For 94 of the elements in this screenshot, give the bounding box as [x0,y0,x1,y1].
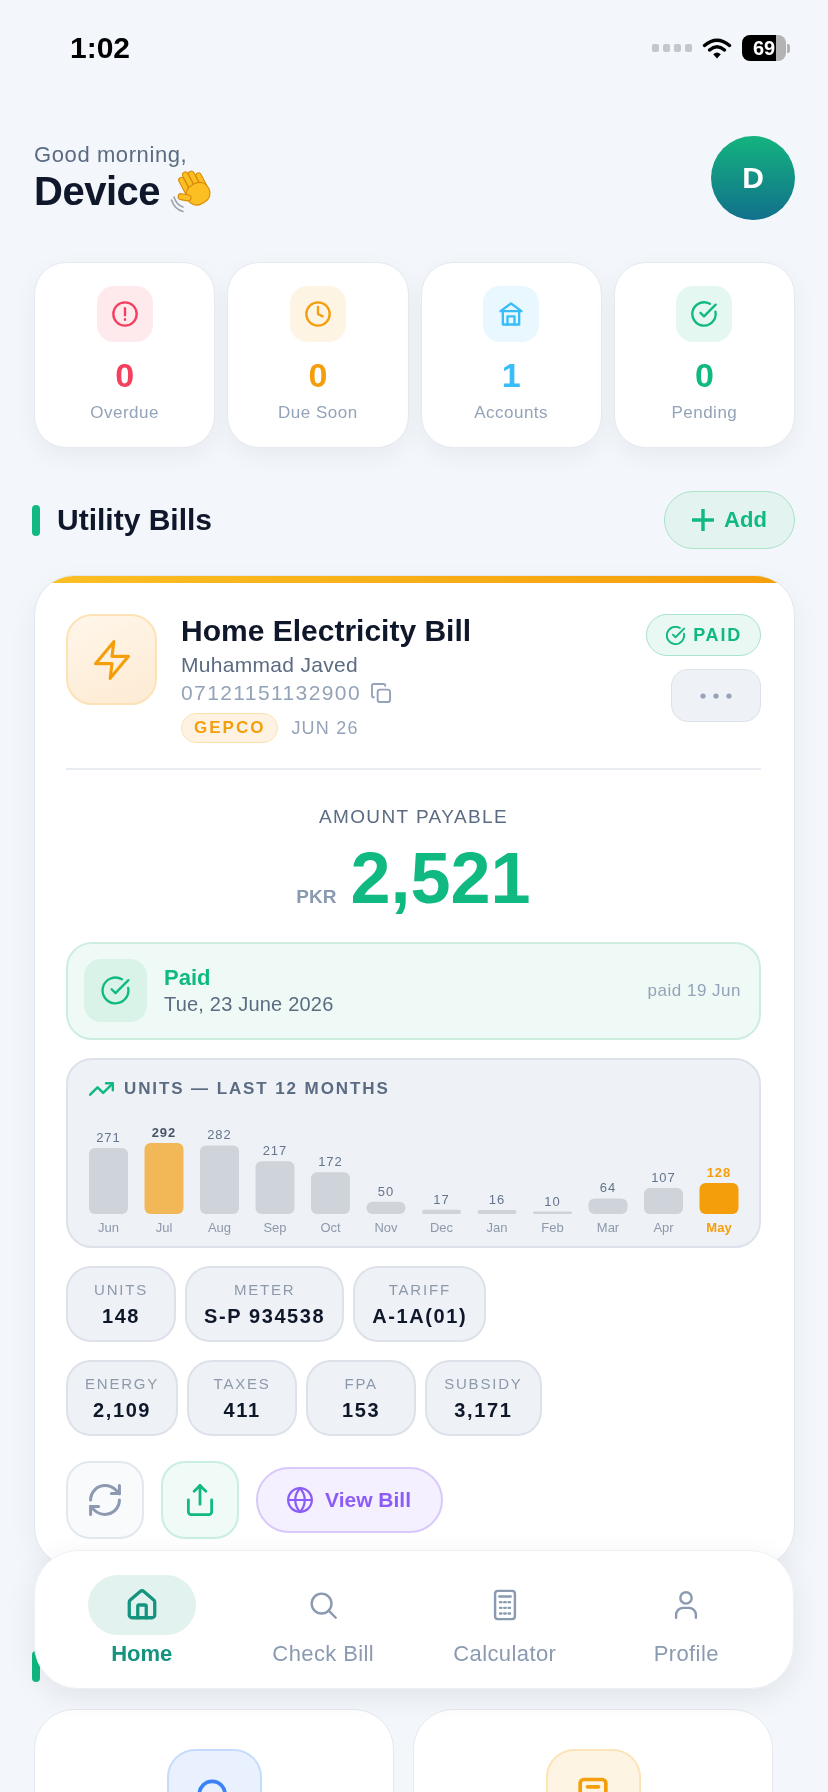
amount-label: AMOUNT PAYABLE [318,805,509,828]
bar-value-label: 17 [433,1191,450,1207]
chip-value: 2,109 [93,1397,152,1423]
stat-card[interactable]: 0 Overdue [34,262,216,448]
avatar[interactable]: D [711,136,795,220]
month-label: Apr [653,1219,674,1235]
bar-value-label: 292 [151,1124,177,1140]
chip-value: A-1A(01) [372,1303,468,1329]
month-label: Nov [374,1219,398,1235]
signal-icon [652,44,692,52]
more-button[interactable] [671,669,761,722]
currency-label: PKR [296,885,337,908]
user-name: Device [34,169,160,213]
bar-value-label: 107 [651,1169,676,1185]
month-label: Feb [541,1219,564,1235]
stat-label: Due Soon [278,402,358,424]
month-label: Oct [320,1219,341,1235]
globe-icon [287,1486,313,1513]
wifi-icon [702,37,732,59]
bar-value-label: 172 [318,1153,343,1169]
stat-label: Accounts [474,402,549,424]
section-title: Utility Bills [57,502,213,538]
chip-value: 153 [342,1397,381,1423]
bar-value-label: 282 [207,1126,232,1142]
month-label: May [706,1219,732,1235]
chip-label: ENERGY [85,1373,160,1394]
share-icon [186,1483,214,1516]
chip-value: 411 [223,1397,261,1423]
chip-label: FPA [344,1373,378,1394]
refresh-icon [89,1483,121,1516]
lightning-icon [66,614,157,705]
nav-tab[interactable]: Profile [595,1575,777,1666]
chip-label: TAXES [213,1373,271,1394]
bar-value-label: 64 [599,1179,617,1195]
ellipsis-icon [700,692,732,699]
bar-value-label: 217 [262,1142,288,1158]
stat-label: Pending [671,402,738,424]
clock-icon [289,286,346,342]
chart-title: UNITS — LAST 12 MONTHS [124,1077,390,1100]
refresh-button[interactable] [66,1460,144,1539]
chip-label: TARIFF [388,1279,451,1300]
stat-value: 0 [308,356,328,394]
bar-value-label: 50 [377,1183,395,1199]
month-label: Mar [596,1219,620,1235]
payment-date: Tue, 23 June 2026 [164,991,334,1017]
trend-up-icon [89,1081,114,1096]
bill-title: Home Electricity Bill [181,614,472,648]
month-label: Dec [429,1219,454,1235]
status-time: 1:02 [70,30,131,66]
payment-status-title: Paid [164,964,211,991]
account-number: 07121151132900 [181,680,361,706]
status-label: PAID [693,624,742,646]
stat-card[interactable]: 0 Due Soon [227,262,409,448]
month-label: Jul [155,1219,173,1235]
stat-value: 0 [694,356,714,394]
stat-card[interactable]: 0 Pending [613,262,795,448]
battery-indicator: 69 [742,35,790,61]
greeting-text: Good morning, [34,142,189,168]
bar-value-label: 271 [96,1129,121,1145]
building-icon [483,286,540,342]
account-holder-name: Muhammad Javed [181,652,358,678]
view-bill-button[interactable]: View Bill [256,1466,443,1533]
nav-tab[interactable]: Home [51,1575,233,1666]
bar-value-label: 10 [544,1193,561,1209]
provider-tag: GEPCO [181,713,279,743]
copy-icon[interactable] [371,683,391,703]
chip-value: S-P 934538 [204,1303,326,1329]
payment-note: paid 19 Jun [647,980,741,1001]
share-button[interactable] [161,1460,239,1539]
chip-value: 3,171 [454,1397,513,1423]
section-accent-bar [32,504,40,536]
stat-label: Overdue [90,402,159,424]
amount-value: 2,521 [350,839,531,916]
waving-hand-icon [170,168,214,214]
alert-icon [96,286,153,342]
chip-label: METER [233,1279,296,1300]
chip-value: 148 [101,1303,141,1329]
stat-value: 0 [115,356,135,394]
nav-tab[interactable]: Calculator [414,1575,596,1666]
bill-month: JUN 26 [291,717,359,740]
add-button[interactable]: Add [664,491,795,549]
month-label: Jun [98,1219,119,1235]
stat-value: 1 [501,356,521,394]
plus-icon [692,509,715,531]
chip-label: UNITS [94,1279,148,1300]
bar-value-label: 128 [706,1164,732,1180]
stat-card[interactable]: 1 Accounts [420,262,602,448]
month-label: Sep [263,1219,287,1235]
chip-label: SUBSIDY [444,1373,523,1394]
bar-value-label: 16 [488,1191,506,1207]
month-label: Jan [486,1219,508,1235]
check-circle-icon [666,625,686,645]
month-label: Aug [207,1219,232,1235]
nav-tab[interactable]: Check Bill [232,1575,414,1666]
